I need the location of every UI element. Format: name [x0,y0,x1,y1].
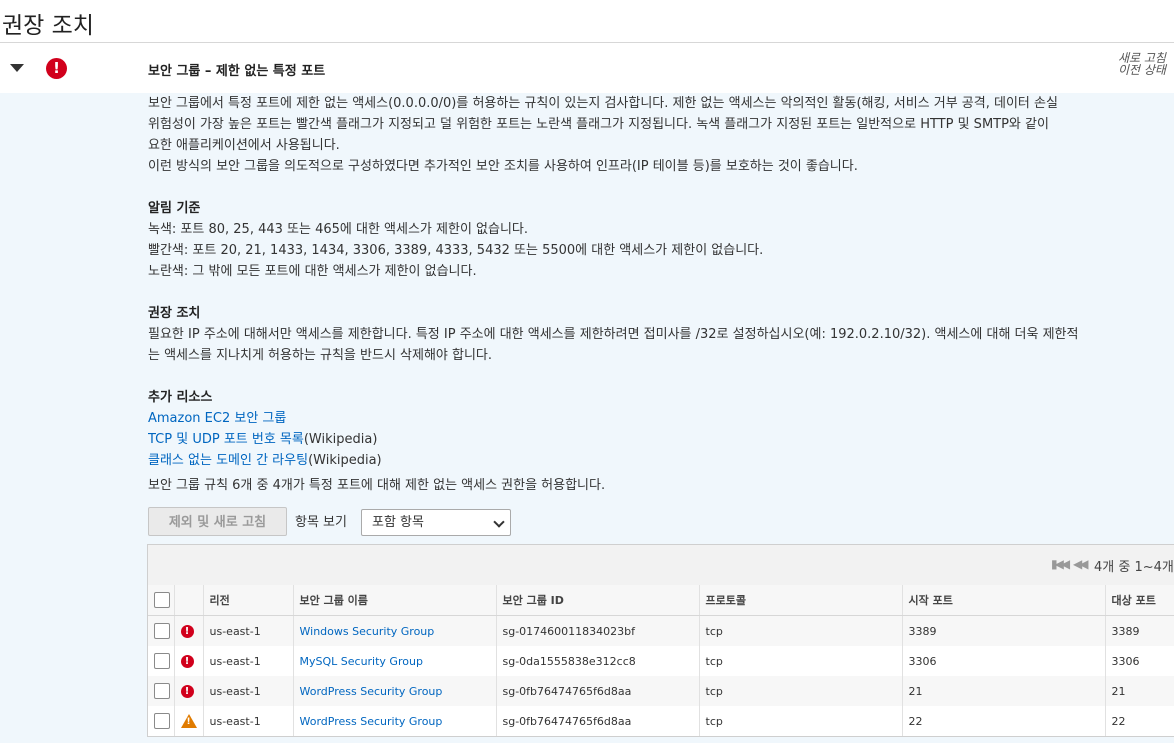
security-group-link[interactable]: WordPress Security Group [300,685,443,698]
security-group-link[interactable]: WordPress Security Group [300,715,443,728]
cell-from-port: 22 [902,706,1106,736]
page-title: 권장 조치 [2,13,94,39]
criteria-red: 빨간색: 포트 20, 21, 1433, 1434, 3306, 3389, … [148,243,764,258]
cell-from-port: 3306 [902,646,1106,676]
cell-protocol: tcp [699,646,903,676]
chevron-down-icon [493,516,505,528]
status-header [174,585,204,616]
cell-protocol: tcp [699,676,903,706]
alert-criteria-heading: 알림 기준 [148,201,201,216]
error-circle-icon: ! [180,684,194,698]
select-all-cell [148,585,175,616]
cell-group-id: sg-0fb76474765f6d8aa [496,676,700,706]
header-group-name[interactable]: 보안 그룹 이름 [293,585,497,616]
cell-from-port: 21 [902,676,1106,706]
cell-group-id: sg-0fb76474765f6d8aa [496,706,700,736]
cell-region: us-east-1 [203,615,294,646]
row-checkbox[interactable] [154,623,170,639]
header-group-id[interactable]: 보안 그룹 ID [496,585,700,616]
error-circle-icon: ! [46,58,67,79]
description-line: 보안 그룹에서 특정 포트에 제한 없는 액세스(0.0.0.0/0)를 허용하… [148,96,1058,111]
security-group-link[interactable]: MySQL Security Group [300,655,423,668]
header-region[interactable]: 리전 [203,585,294,616]
check-title[interactable]: 보안 그룹 – 제한 없는 특정 포트 [148,60,325,79]
cell-group-id: sg-0da1555838e312cc8 [496,646,700,676]
refresh-status: 새로 고침 이전 상태 [1118,52,1166,76]
recommended-action-heading: 권장 조치 [148,306,201,321]
header-from-port[interactable]: 시작 포트 [902,585,1106,616]
results-table: ▮◀◀ ◀◀ 4개 중 1~4개 리전 보안 그룹 이름 보안 그룹 ID 프로… [147,544,1174,737]
link-ec2-security-groups[interactable]: Amazon EC2 보안 그룹 [148,411,286,426]
table-row: ! us-east-1 MySQL Security Group sg-0da1… [148,646,1174,676]
collapse-caret-icon[interactable] [10,64,24,72]
table-row: ! us-east-1 WordPress Security Group sg-… [148,676,1174,706]
description-line: 이런 방식의 보안 그룹을 의도적으로 구성하였다면 추가적인 보안 조치를 사… [148,159,858,174]
prev-page-icon[interactable]: ◀◀ [1073,557,1089,571]
link-port-list-suffix: (Wikipedia) [303,432,378,447]
security-group-table: 리전 보안 그룹 이름 보안 그룹 ID 프로토콜 시작 포트 대상 포트 ! … [148,585,1174,736]
cell-from-port: 3389 [902,615,1106,646]
criteria-yellow: 노란색: 그 밖에 모든 포트에 대한 액세스가 제한이 없습니다. [148,264,477,279]
refresh-line-2: 이전 상태 [1118,63,1166,77]
security-group-link[interactable]: Windows Security Group [300,625,435,638]
link-port-list[interactable]: TCP 및 UDP 포트 번호 목록 [148,432,304,447]
view-select-value: 포함 항목 [372,515,424,530]
link-cidr-suffix: (Wikipedia) [308,453,382,468]
header-protocol[interactable]: 프로토콜 [699,585,903,616]
select-all-checkbox[interactable] [154,592,170,608]
summary-text: 보안 그룹 규칙 6개 중 4개가 특정 포트에 대해 제한 없는 액세스 권한… [148,478,606,493]
cell-to-port: 3389 [1105,615,1174,646]
row-checkbox[interactable] [154,653,170,669]
view-label: 항목 보기 [295,515,347,530]
description-line: 위험성이 가장 높은 포트는 빨간색 플래그가 지정되고 덜 위험한 포트는 노… [148,117,1049,132]
pager-text: 4개 중 1~4개 [1094,560,1174,575]
cell-protocol: tcp [699,615,903,646]
resources-heading: 추가 리소스 [148,390,213,405]
warning-triangle-icon: ! [180,714,197,728]
error-circle-icon: ! [180,624,194,638]
recommended-action-line: 필요한 IP 주소에 대해서만 액세스를 제한합니다. 특정 IP 주소에 대한… [148,327,1079,342]
pager: ▮◀◀ ◀◀ 4개 중 1~4개 [148,545,1174,586]
first-page-icon[interactable]: ▮◀◀ [1051,557,1070,571]
exclude-refresh-button[interactable]: 제외 및 새로 고침 [148,507,287,536]
row-checkbox[interactable] [154,683,170,699]
header-to-port[interactable]: 대상 포트 [1105,585,1174,616]
cell-to-port: 22 [1105,706,1174,736]
cell-protocol: tcp [699,706,903,736]
description-line: 요한 애플리케이션에서 사용됩니다. [148,138,340,153]
row-checkbox[interactable] [154,713,170,729]
check-description: 보안 그룹에서 특정 포트에 제한 없는 액세스(0.0.0.0/0)를 허용하… [148,93,1174,496]
table-row: ! us-east-1 Windows Security Group sg-01… [148,615,1174,646]
view-select[interactable]: 포함 항목 [361,509,511,536]
cell-region: us-east-1 [203,646,294,676]
cell-to-port: 21 [1105,676,1174,706]
cell-group-id: sg-017460011834023bf [496,615,700,646]
table-header-row: 리전 보안 그룹 이름 보안 그룹 ID 프로토콜 시작 포트 대상 포트 [148,585,1174,616]
recommended-action-line: 는 액세스를 지나치게 허용하는 규칙을 반드시 삭제해야 합니다. [148,348,493,363]
cell-to-port: 3306 [1105,646,1174,676]
link-cidr[interactable]: 클래스 없는 도메인 간 라우팅 [148,453,308,468]
cell-region: us-east-1 [203,676,294,706]
error-circle-icon: ! [180,654,194,668]
criteria-green: 녹색: 포트 80, 25, 443 또는 465에 대한 액세스가 제한이 없… [148,222,529,237]
cell-region: us-east-1 [203,706,294,736]
table-row: ! us-east-1 WordPress Security Group sg-… [148,706,1174,736]
